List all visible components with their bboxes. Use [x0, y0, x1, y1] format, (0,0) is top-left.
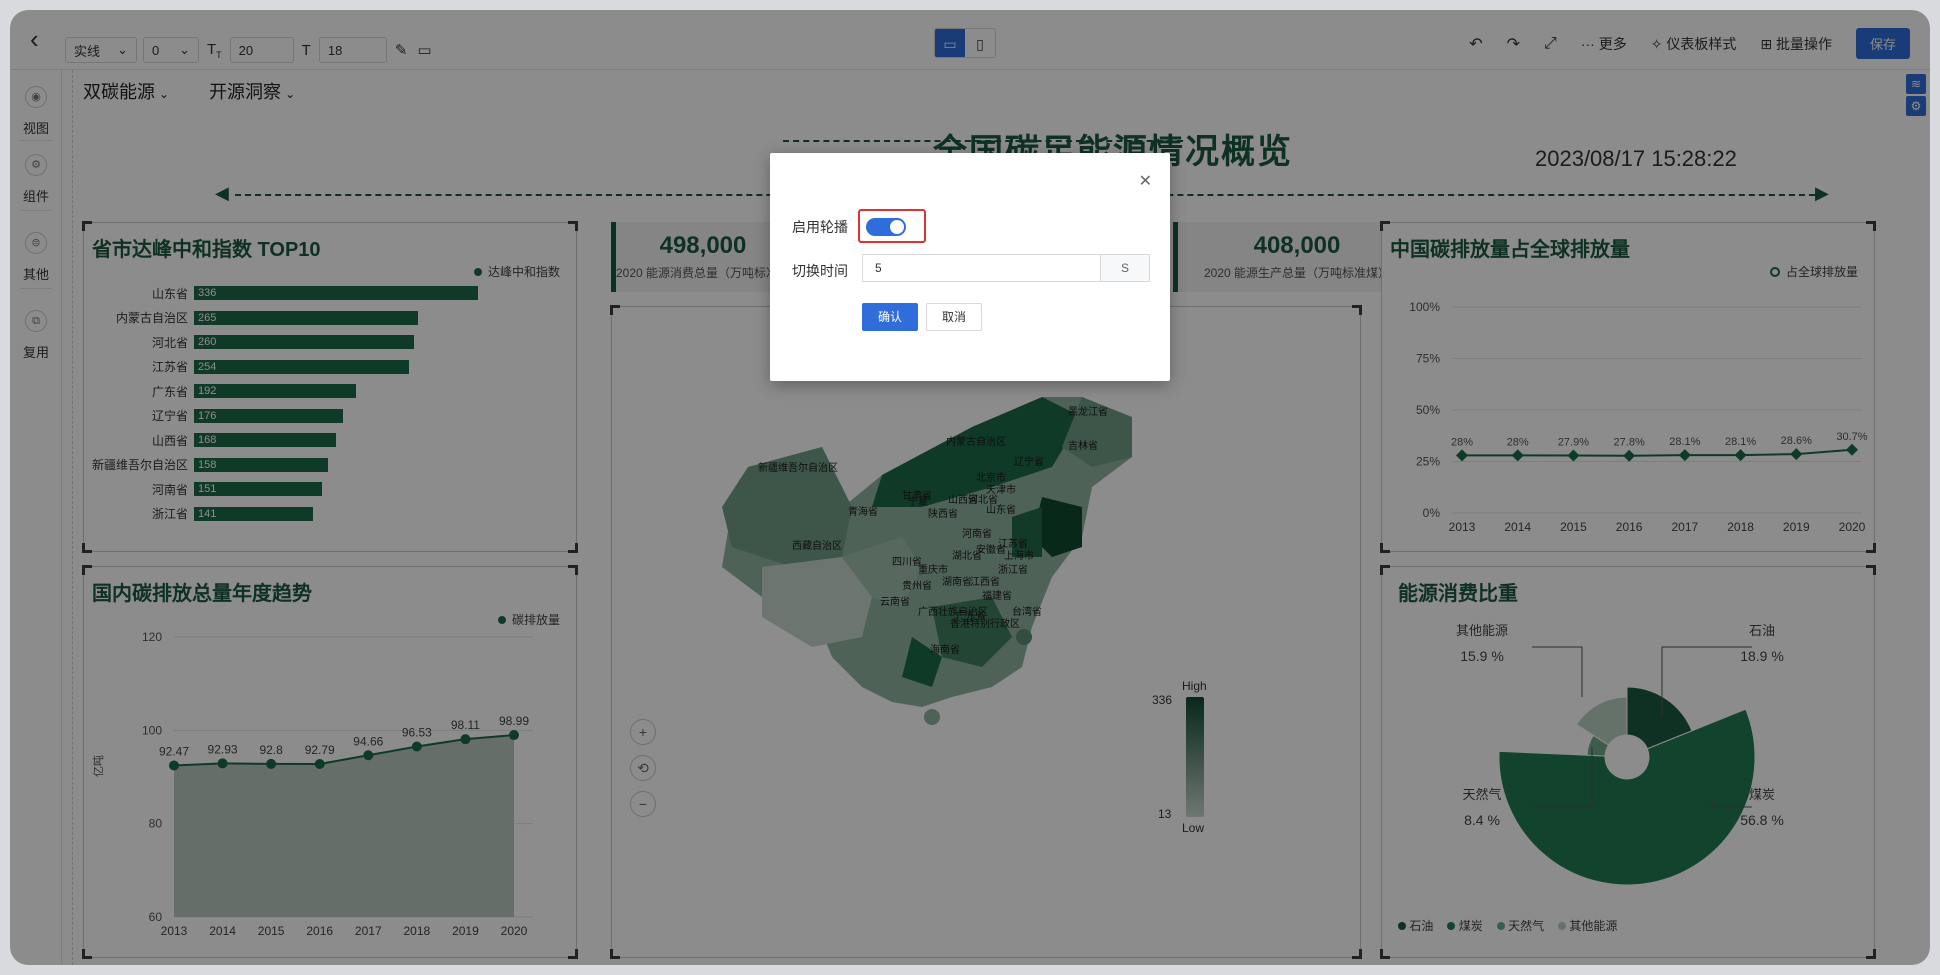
app-window: ‹ 实线 ⌄ 0 ⌄ TT 20 T 18 ✎ ▭ ▭ ▯ ↶ ↷ ⤢ ··· 更多…	[10, 10, 1930, 965]
cancel-button[interactable]: 取消	[926, 303, 982, 331]
carousel-toggle[interactable]	[866, 218, 906, 236]
highlight-box	[858, 209, 926, 243]
close-icon[interactable]: ✕	[1139, 171, 1152, 191]
interval-input[interactable]: 5	[862, 254, 1102, 282]
interval-label: 切换时间	[792, 263, 848, 279]
toggle-knob	[890, 220, 904, 234]
confirm-button[interactable]: 确认	[862, 303, 918, 331]
carousel-settings-modal: ✕ 启用轮播 切换时间 5 S 确认 取消	[770, 153, 1170, 381]
interval-unit: S	[1100, 254, 1150, 282]
carousel-label: 启用轮播	[792, 219, 848, 235]
